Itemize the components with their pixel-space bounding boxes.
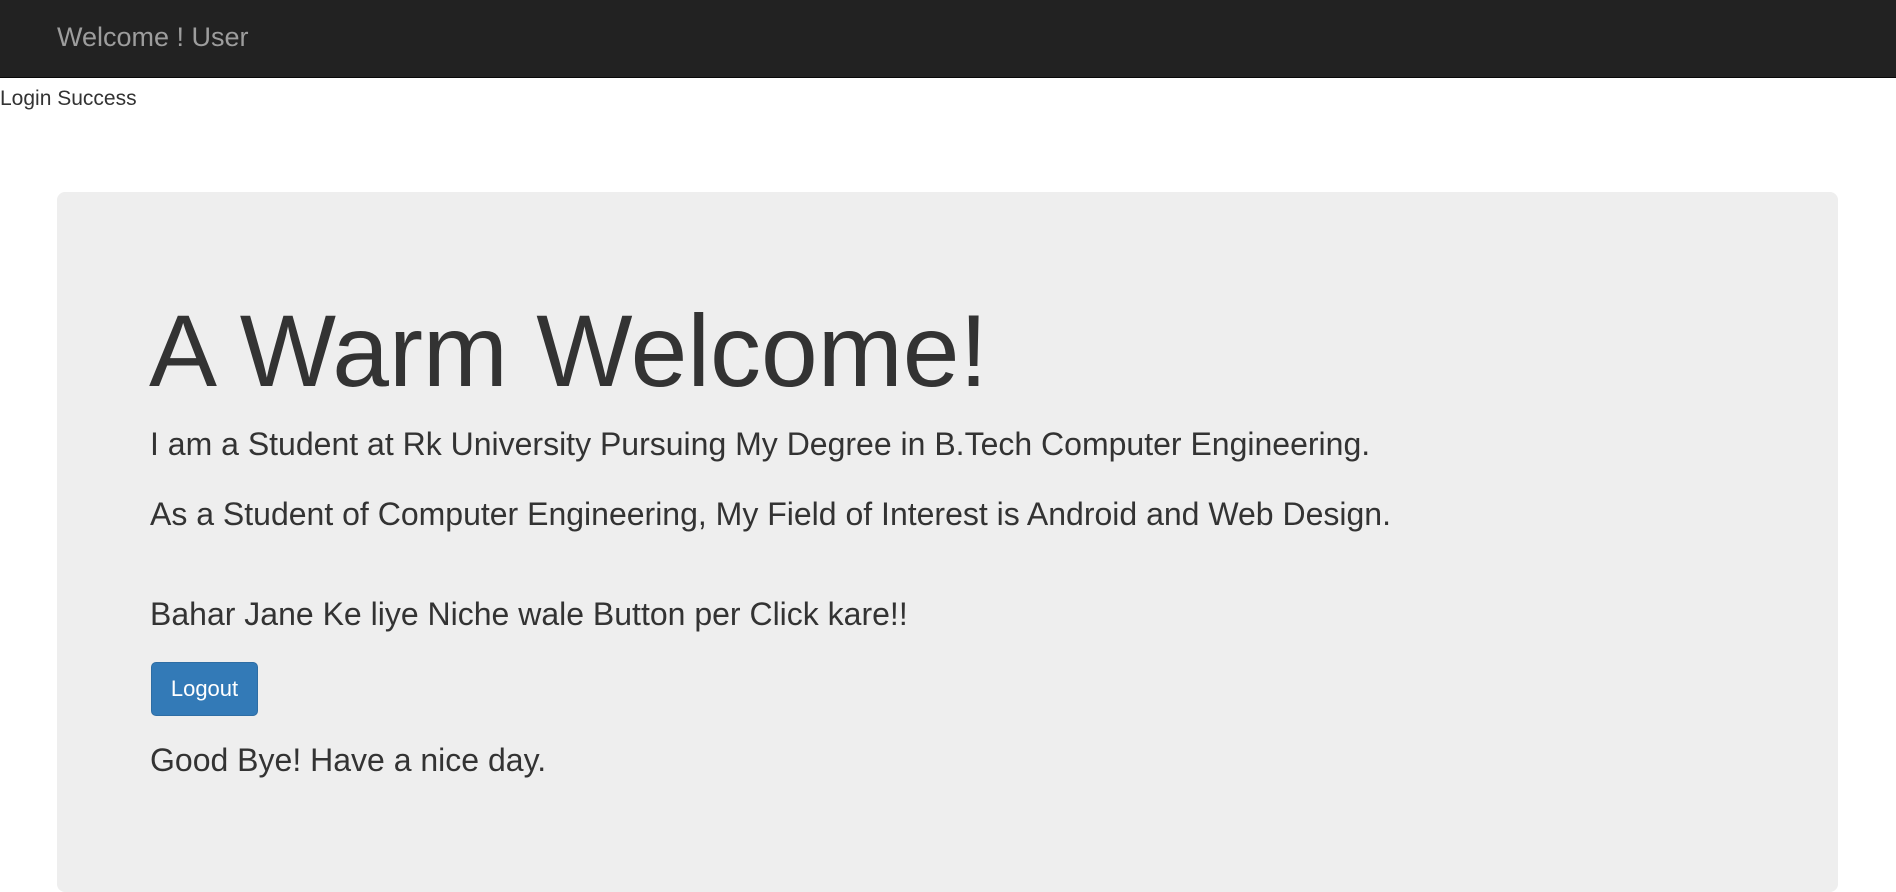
farewell-message: Good Bye! Have a nice day. bbox=[150, 742, 547, 778]
interest-paragraph: As a Student of Computer Engineering, My… bbox=[150, 496, 1391, 532]
intro-paragraph: I am a Student at Rk University Pursuing… bbox=[150, 426, 1371, 462]
navbar-brand[interactable]: Welcome ! User bbox=[57, 20, 249, 54]
welcome-jumbotron: A Warm Welcome! I am a Student at Rk Uni… bbox=[57, 192, 1838, 892]
welcome-heading: A Warm Welcome! bbox=[149, 294, 988, 408]
top-navbar: Welcome ! User bbox=[0, 0, 1896, 78]
logout-instruction: Bahar Jane Ke liye Niche wale Button per… bbox=[150, 596, 908, 632]
logout-button[interactable]: Logout bbox=[151, 662, 258, 716]
login-status-message: Login Success bbox=[0, 87, 137, 110]
